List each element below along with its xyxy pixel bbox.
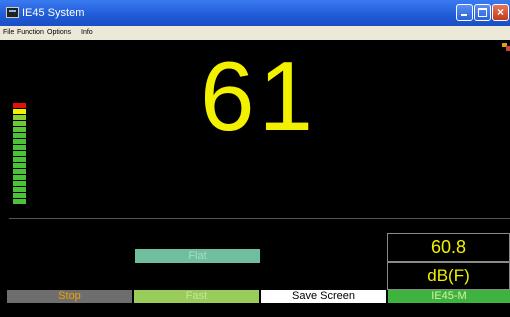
meter-segment bbox=[13, 151, 26, 156]
level-reading: 61 bbox=[200, 41, 318, 151]
meter-segment-high bbox=[13, 109, 26, 114]
save-screen-button[interactable]: Save Screen bbox=[261, 290, 386, 303]
fast-button[interactable]: Fast bbox=[134, 290, 259, 303]
app-window: IE45 System × File Function Options Info… bbox=[0, 0, 510, 317]
app-icon bbox=[6, 7, 19, 18]
stop-button[interactable]: Stop bbox=[7, 290, 132, 303]
unit-readout: dB(F) bbox=[387, 262, 510, 290]
meter-segment bbox=[13, 115, 26, 120]
level-meter bbox=[13, 103, 26, 205]
meter-segment bbox=[13, 121, 26, 126]
minimize-button[interactable] bbox=[456, 4, 473, 21]
meter-segment bbox=[13, 181, 26, 186]
title-bar[interactable]: IE45 System × bbox=[0, 0, 510, 26]
close-icon: × bbox=[496, 5, 504, 19]
meter-segment-peak bbox=[13, 103, 26, 108]
menu-file[interactable]: File bbox=[3, 27, 14, 39]
meter-segment bbox=[13, 187, 26, 192]
menu-info[interactable]: Info bbox=[81, 27, 93, 39]
meter-segment bbox=[13, 199, 26, 204]
menu-function[interactable]: Function bbox=[17, 27, 44, 39]
model-button[interactable]: IE45-M bbox=[388, 290, 510, 303]
meter-segment bbox=[13, 145, 26, 150]
menu-bar: File Function Options Info bbox=[0, 26, 510, 40]
status-icon bbox=[502, 43, 510, 51]
meter-segment bbox=[13, 163, 26, 168]
menu-options[interactable]: Options bbox=[47, 27, 71, 39]
meter-segment bbox=[13, 139, 26, 144]
bottom-strip bbox=[0, 304, 510, 317]
value-readout: 60.8 bbox=[387, 233, 510, 262]
close-button[interactable]: × bbox=[492, 4, 509, 21]
window-title: IE45 System bbox=[22, 7, 85, 19]
button-bar: Stop Fast Save Screen IE45-M bbox=[0, 290, 510, 304]
meter-segment bbox=[13, 157, 26, 162]
meter-segment bbox=[13, 175, 26, 180]
maximize-button[interactable] bbox=[474, 4, 491, 21]
meter-segment bbox=[13, 127, 26, 132]
meter-segment bbox=[13, 133, 26, 138]
meter-segment bbox=[13, 169, 26, 174]
weighting-flat-button[interactable]: Flat bbox=[135, 249, 260, 263]
meter-segment bbox=[13, 193, 26, 198]
